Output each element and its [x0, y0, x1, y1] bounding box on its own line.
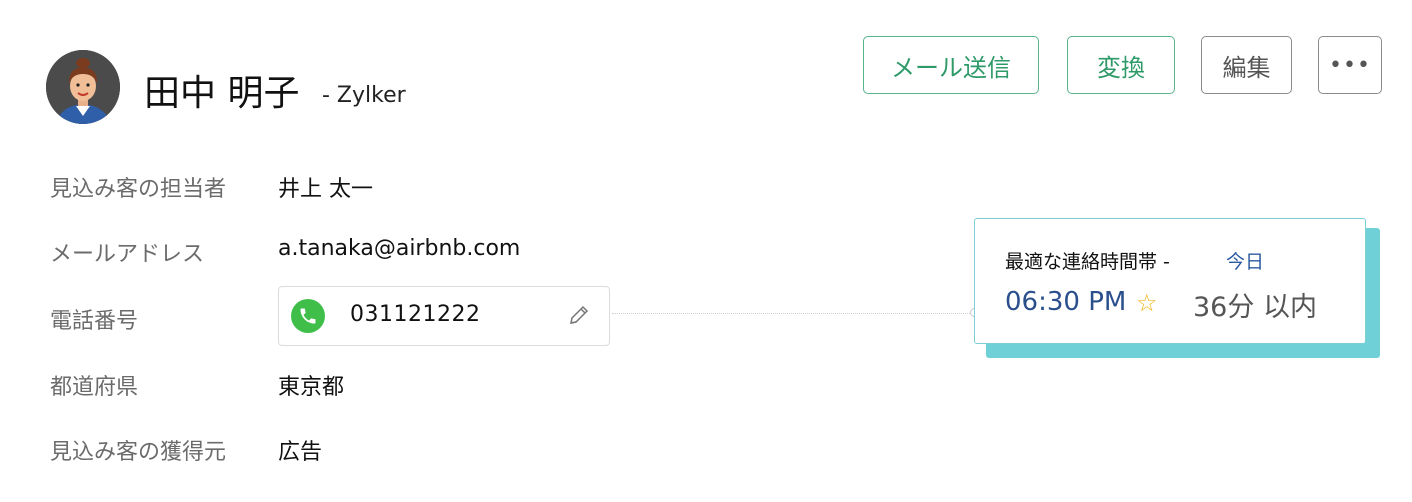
- best-time-value: 06:30 PM: [1005, 287, 1127, 317]
- prefecture-label: 都道府県: [50, 375, 139, 400]
- connector-line: [612, 313, 972, 314]
- lead-name: 田中 明子: [144, 73, 300, 114]
- source-value: 広告: [278, 440, 323, 465]
- avatar-icon: [46, 50, 120, 124]
- phone-label: 電話番号: [50, 309, 139, 334]
- best-time-within: 36分 以内: [1193, 292, 1317, 323]
- source-label: 見込み客の獲得元: [50, 440, 227, 465]
- send-mail-button[interactable]: メール送信: [863, 36, 1039, 94]
- owner-value: 井上 太一: [278, 177, 373, 202]
- phone-value: 031121222: [350, 302, 481, 327]
- best-time-title: 最適な連絡時間帯 -: [1005, 251, 1170, 273]
- pencil-icon[interactable]: [567, 303, 591, 327]
- email-value[interactable]: a.tanaka@airbnb.com: [278, 236, 520, 261]
- more-options-button[interactable]: •••: [1318, 36, 1382, 94]
- star-icon[interactable]: ☆: [1136, 289, 1158, 317]
- best-time-card: 最適な連絡時間帯 - 今日 06:30 PM ☆ 36分 以内: [974, 218, 1366, 344]
- avatar: [46, 50, 120, 124]
- edit-button[interactable]: 編集: [1201, 36, 1292, 94]
- owner-label: 見込み客の担当者: [50, 177, 227, 202]
- email-label: メールアドレス: [50, 242, 205, 267]
- convert-button[interactable]: 変換: [1067, 36, 1175, 94]
- phone-field[interactable]: 031121222: [278, 286, 610, 346]
- best-time-day: 今日: [1226, 251, 1265, 273]
- prefecture-value: 東京都: [278, 375, 345, 400]
- phone-icon[interactable]: [291, 299, 325, 333]
- lead-company: - Zylker: [322, 83, 406, 108]
